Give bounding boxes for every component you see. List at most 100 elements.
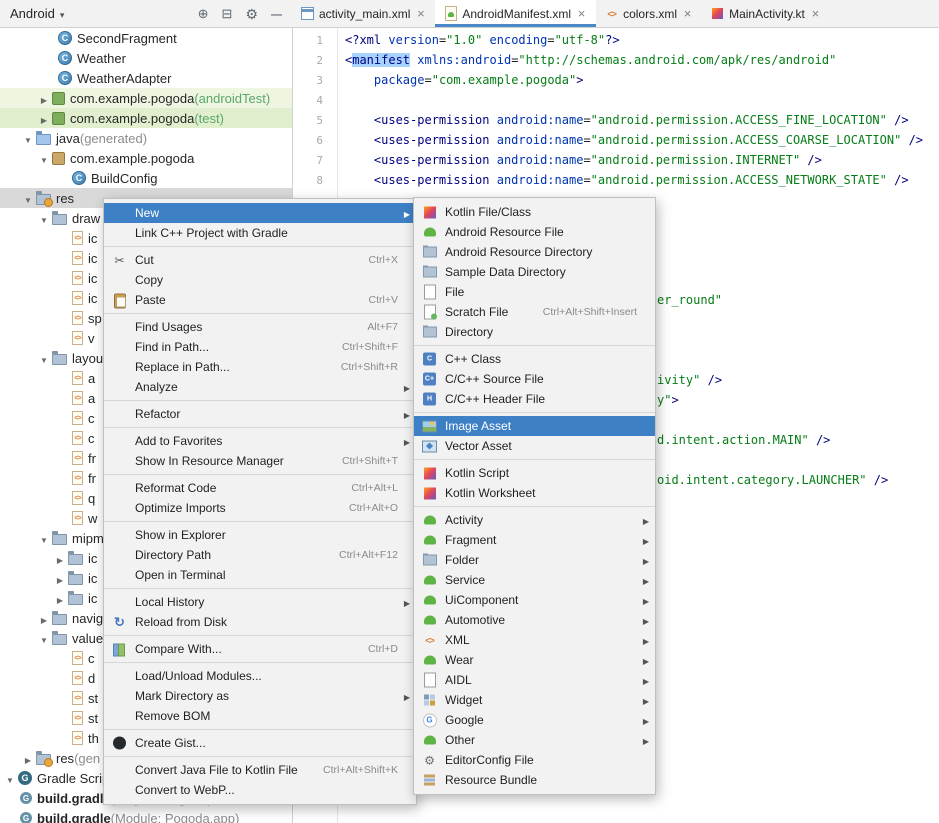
menu-item-c-c-source-file[interactable]: C/C++ Source File (414, 369, 655, 389)
code-line[interactable]: 4 (293, 90, 939, 110)
chevron-expanded-icon[interactable] (36, 351, 52, 366)
menu-item-directory[interactable]: Directory (414, 322, 655, 342)
menu-item-activity[interactable]: Activity (414, 510, 655, 530)
menu-item-xml[interactable]: XML (414, 630, 655, 650)
menu-item-vector-asset[interactable]: Vector Asset (414, 436, 655, 456)
menu-item-copy[interactable]: Copy (104, 270, 416, 290)
tree-row[interactable]: com.example.pogoda (0, 148, 292, 168)
tree-row[interactable]: BuildConfig (0, 168, 292, 188)
chevron-expanded-icon[interactable] (36, 631, 52, 646)
menu-item-refactor[interactable]: Refactor (104, 404, 416, 424)
chevron-collapsed-icon[interactable] (20, 751, 36, 766)
chevron-expanded-icon[interactable] (36, 211, 52, 226)
tab-androidmanifest-xml[interactable]: AndroidManifest.xml (435, 0, 596, 27)
tab-mainactivity-kt[interactable]: MainActivity.kt (702, 0, 830, 27)
chevron-expanded-icon[interactable] (36, 531, 52, 546)
menu-item-scratch-file[interactable]: Scratch FileCtrl+Alt+Shift+Insert (414, 302, 655, 322)
chevron-expanded-icon[interactable] (36, 151, 52, 166)
menu-item-convert-to-webp[interactable]: Convert to WebP... (104, 780, 416, 800)
menu-item-cut[interactable]: CutCtrl+X (104, 250, 416, 270)
menu-item-widget[interactable]: Widget (414, 690, 655, 710)
menu-item-analyze[interactable]: Analyze (104, 377, 416, 397)
menu-item-kotlin-file-class[interactable]: Kotlin File/Class (414, 202, 655, 222)
chevron-collapsed-icon[interactable] (52, 591, 68, 606)
menu-item-resource-bundle[interactable]: Resource Bundle (414, 770, 655, 790)
chevron-expanded-icon[interactable] (20, 131, 36, 146)
tree-row[interactable]: build.gradle (Module: Pogoda.app) (0, 808, 292, 823)
menu-item-image-asset[interactable]: Image Asset (414, 416, 655, 436)
menu-item-other[interactable]: Other (414, 730, 655, 750)
menu-item-replace-in-path[interactable]: Replace in Path...Ctrl+Shift+R (104, 357, 416, 377)
code-line[interactable]: 2<manifest xmlns:android="http://schemas… (293, 50, 939, 70)
menu-item-load-unload-modules[interactable]: Load/Unload Modules... (104, 666, 416, 686)
project-view-selector[interactable]: Android (6, 4, 68, 23)
tree-row[interactable]: com.example.pogoda (androidTest) (0, 88, 292, 108)
menu-item-kotlin-worksheet[interactable]: Kotlin Worksheet (414, 483, 655, 503)
menu-item-folder[interactable]: Folder (414, 550, 655, 570)
close-icon[interactable] (415, 7, 426, 21)
menu-item-android-resource-directory[interactable]: Android Resource Directory (414, 242, 655, 262)
menu-item-directory-path[interactable]: Directory PathCtrl+Alt+F12 (104, 545, 416, 565)
tree-row[interactable]: WeatherAdapter (0, 68, 292, 88)
chevron-collapsed-icon[interactable] (52, 571, 68, 586)
chevron-collapsed-icon[interactable] (36, 91, 52, 106)
tree-row[interactable]: SecondFragment (0, 28, 292, 48)
close-icon[interactable] (576, 7, 587, 21)
hide-panel-icon[interactable] (271, 7, 282, 21)
menu-item-reformat-code[interactable]: Reformat CodeCtrl+Alt+L (104, 478, 416, 498)
menu-item-fragment[interactable]: Fragment (414, 530, 655, 550)
code-line[interactable]: 7 <uses-permission android:name="android… (293, 150, 939, 170)
menu-item-uicomponent[interactable]: UiComponent (414, 590, 655, 610)
menu-item-paste[interactable]: PasteCtrl+V (104, 290, 416, 310)
code-line[interactable]: 1<?xml version="1.0" encoding="utf-8"?> (293, 30, 939, 50)
tab-activity-main-xml[interactable]: activity_main.xml (292, 0, 435, 27)
select-opened-file-icon[interactable] (198, 7, 209, 20)
menu-item-automotive[interactable]: Automotive (414, 610, 655, 630)
menu-item-wear[interactable]: Wear (414, 650, 655, 670)
chevron-collapsed-icon[interactable] (52, 551, 68, 566)
code-line[interactable]: 8 <uses-permission android:name="android… (293, 170, 939, 190)
menu-item-google[interactable]: Google (414, 710, 655, 730)
menu-item-add-to-favorites[interactable]: Add to Favorites (104, 431, 416, 451)
menu-item-c-c-header-file[interactable]: C/C++ Header File (414, 389, 655, 409)
tree-row[interactable]: Weather (0, 48, 292, 68)
settings-icon[interactable] (245, 7, 258, 21)
menu-item-service[interactable]: Service (414, 570, 655, 590)
menu-item-kotlin-script[interactable]: Kotlin Script (414, 463, 655, 483)
chevron-collapsed-icon[interactable] (36, 611, 52, 626)
menu-item-link-c-project-with-gradle[interactable]: Link C++ Project with Gradle (104, 223, 416, 243)
menu-item-remove-bom[interactable]: Remove BOM (104, 706, 416, 726)
menu-item-sample-data-directory[interactable]: Sample Data Directory (414, 262, 655, 282)
menu-item-find-in-path[interactable]: Find in Path...Ctrl+Shift+F (104, 337, 416, 357)
menu-item-label: XML (445, 633, 470, 647)
close-icon[interactable] (810, 7, 821, 21)
menu-item-compare-with[interactable]: Compare With...Ctrl+D (104, 639, 416, 659)
menu-item-reload-from-disk[interactable]: Reload from Disk (104, 612, 416, 632)
menu-item-optimize-imports[interactable]: Optimize ImportsCtrl+Alt+O (104, 498, 416, 518)
code-line[interactable]: 3 package="com.example.pogoda"> (293, 70, 939, 90)
code-line[interactable]: 5 <uses-permission android:name="android… (293, 110, 939, 130)
tree-row[interactable]: java (generated) (0, 128, 292, 148)
menu-item-new[interactable]: New (104, 203, 416, 223)
chevron-expanded-icon[interactable] (20, 191, 36, 206)
menu-item-file[interactable]: File (414, 282, 655, 302)
menu-item-local-history[interactable]: Local History (104, 592, 416, 612)
chevron-expanded-icon[interactable] (2, 771, 18, 786)
menu-item-create-gist[interactable]: Create Gist... (104, 733, 416, 753)
code-line[interactable]: 6 <uses-permission android:name="android… (293, 130, 939, 150)
tree-row[interactable]: com.example.pogoda (test) (0, 108, 292, 128)
menu-item-android-resource-file[interactable]: Android Resource File (414, 222, 655, 242)
close-icon[interactable] (682, 7, 693, 21)
menu-item-show-in-explorer[interactable]: Show in Explorer (104, 525, 416, 545)
menu-item-mark-directory-as[interactable]: Mark Directory as (104, 686, 416, 706)
menu-item-convert-java-file-to-kotlin-file[interactable]: Convert Java File to Kotlin FileCtrl+Alt… (104, 760, 416, 780)
tab-colors-xml[interactable]: colors.xml (596, 0, 702, 27)
menu-item-find-usages[interactable]: Find UsagesAlt+F7 (104, 317, 416, 337)
menu-item-show-in-resource-manager[interactable]: Show In Resource ManagerCtrl+Shift+T (104, 451, 416, 471)
menu-item-open-in-terminal[interactable]: Open in Terminal (104, 565, 416, 585)
chevron-collapsed-icon[interactable] (36, 111, 52, 126)
menu-item-c-class[interactable]: C++ Class (414, 349, 655, 369)
collapse-all-icon[interactable] (222, 7, 233, 20)
menu-item-aidl[interactable]: AIDL (414, 670, 655, 690)
menu-item-editorconfig-file[interactable]: EditorConfig File (414, 750, 655, 770)
